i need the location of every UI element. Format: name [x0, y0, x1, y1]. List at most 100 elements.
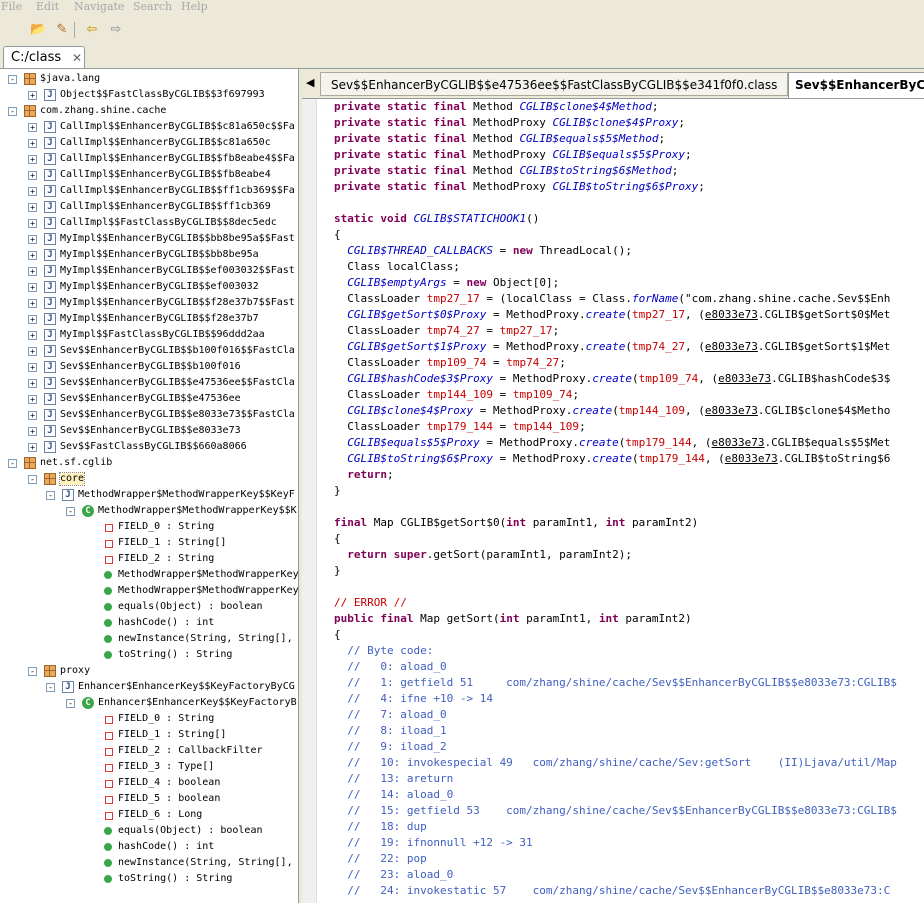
file-tab[interactable]: C:/class ✕	[3, 46, 85, 68]
collapse-icon[interactable]: -	[8, 107, 17, 116]
tree-row[interactable]: - C MethodWrapper$MethodWrapperKey$$K	[0, 503, 298, 519]
menu-help[interactable]: Help	[181, 0, 208, 13]
tree-row[interactable]: FIELD_6 : Long	[0, 807, 298, 823]
open-type-icon[interactable]: ✎	[54, 22, 70, 38]
tree-row[interactable]: MethodWrapper$MethodWrapperKey	[0, 567, 298, 583]
collapse-icon[interactable]: -	[28, 667, 37, 676]
expand-icon[interactable]: +	[28, 363, 37, 372]
tree-row[interactable]: FIELD_1 : String[]	[0, 727, 298, 743]
expand-icon[interactable]: +	[28, 155, 37, 164]
tree-row[interactable]: + J MyImpl$$EnhancerByCGLIB$$bb8be95a$$Fas…	[0, 231, 298, 247]
tree-row[interactable]: FIELD_1 : String[]	[0, 535, 298, 551]
tree-row[interactable]: + J CallImpl$$EnhancerByCGLIB$$fb8eabe4	[0, 167, 298, 183]
code-type-link[interactable]: e8033e73	[725, 452, 778, 465]
tree-row[interactable]: + J Sev$$EnhancerByCGLIB$$e47536ee	[0, 391, 298, 407]
collapse-icon[interactable]: -	[46, 683, 55, 692]
tree-row[interactable]: - C Enhancer$EnhancerKey$$KeyFactoryB	[0, 695, 298, 711]
forward-arrow-icon[interactable]: ⇨	[108, 22, 124, 38]
expand-icon[interactable]: +	[28, 299, 37, 308]
expand-icon[interactable]: +	[28, 91, 37, 100]
tree-row[interactable]: toString() : String	[0, 647, 298, 663]
tree-row[interactable]: + J MyImpl$$EnhancerByCGLIB$$ef003032$$Fas…	[0, 263, 298, 279]
collapse-icon[interactable]: -	[46, 491, 55, 500]
tree-row[interactable]: + J Sev$$EnhancerByCGLIB$$b100f016$$FastCl…	[0, 343, 298, 359]
expand-icon[interactable]: +	[28, 187, 37, 196]
tree-row[interactable]: - com.zhang.shine.cache	[0, 103, 298, 119]
expand-icon[interactable]: +	[28, 427, 37, 436]
tree-row[interactable]: + J MyImpl$$FastClassByCGLIB$$96ddd2aa	[0, 327, 298, 343]
code-type-link[interactable]: e8033e73	[705, 308, 758, 321]
collapse-icon[interactable]: -	[66, 699, 75, 708]
tree-row[interactable]: + J CallImpl$$EnhancerByCGLIB$$ff1cb369$$F…	[0, 183, 298, 199]
tree-row[interactable]: FIELD_3 : Type[]	[0, 759, 298, 775]
expand-icon[interactable]: +	[28, 123, 37, 132]
expand-icon[interactable]: +	[28, 411, 37, 420]
tree-row[interactable]: - net.sf.cglib	[0, 455, 298, 471]
tree-row[interactable]: + J MyImpl$$EnhancerByCGLIB$$f28e37b7$$Fas…	[0, 295, 298, 311]
collapse-icon[interactable]: -	[66, 507, 75, 516]
expand-icon[interactable]: +	[28, 171, 37, 180]
tree-row[interactable]: FIELD_4 : boolean	[0, 775, 298, 791]
expand-icon[interactable]: +	[28, 235, 37, 244]
tree-row[interactable]: hashCode() : int	[0, 839, 298, 855]
tree-row[interactable]: equals(Object) : boolean	[0, 823, 298, 839]
tree-row[interactable]: + J Object$$FastClassByCGLIB$$3f697993	[0, 87, 298, 103]
expand-icon[interactable]: +	[28, 315, 37, 324]
back-arrow-icon[interactable]: ⇦	[84, 22, 100, 38]
tree-row[interactable]: - J Enhancer$EnhancerKey$$KeyFactoryByCG	[0, 679, 298, 695]
tree-row[interactable]: + J CallImpl$$EnhancerByCGLIB$$fb8eabe4$$F…	[0, 151, 298, 167]
expand-icon[interactable]: +	[28, 347, 37, 356]
tree-row[interactable]: FIELD_2 : String	[0, 551, 298, 567]
tree-row[interactable]: + J Sev$$EnhancerByCGLIB$$e8033e73$$FastCl…	[0, 407, 298, 423]
collapse-icon[interactable]: -	[8, 459, 17, 468]
tree-row[interactable]: - $java.lang	[0, 71, 298, 87]
open-folder-icon[interactable]: 📂	[30, 22, 46, 38]
expand-icon[interactable]: +	[28, 267, 37, 276]
tree-row[interactable]: newInstance(String, String[],	[0, 855, 298, 871]
editor-tab-enhancer[interactable]: Sev$$EnhancerByCGLIB$$e8033e73.class	[788, 72, 924, 98]
tree-row[interactable]: newInstance(String, String[],	[0, 631, 298, 647]
expand-icon[interactable]: +	[28, 331, 37, 340]
tree-row[interactable]: - core	[0, 471, 298, 487]
collapse-icon[interactable]: -	[8, 75, 17, 84]
code-type-link[interactable]: e8033e73	[705, 404, 758, 417]
tree-row[interactable]: - proxy	[0, 663, 298, 679]
close-icon[interactable]: ✕	[72, 47, 82, 69]
tree-row[interactable]: + J Sev$$EnhancerByCGLIB$$e8033e73	[0, 423, 298, 439]
expand-icon[interactable]: +	[28, 283, 37, 292]
tree-row[interactable]: + J Sev$$EnhancerByCGLIB$$b100f016	[0, 359, 298, 375]
expand-icon[interactable]: +	[28, 443, 37, 452]
tab-scroll-left-icon[interactable]: ◀	[306, 76, 314, 89]
tree-row[interactable]: + J CallImpl$$EnhancerByCGLIB$$c81a650c	[0, 135, 298, 151]
expand-icon[interactable]: +	[28, 139, 37, 148]
tree-row[interactable]: + J Sev$$FastClassByCGLIB$$660a8066	[0, 439, 298, 455]
tree-row[interactable]: + J MyImpl$$EnhancerByCGLIB$$bb8be95a	[0, 247, 298, 263]
tree-row[interactable]: FIELD_2 : CallbackFilter	[0, 743, 298, 759]
expand-icon[interactable]: +	[28, 379, 37, 388]
tree-row[interactable]: FIELD_5 : boolean	[0, 791, 298, 807]
tree-row[interactable]: hashCode() : int	[0, 615, 298, 631]
tree-row[interactable]: equals(Object) : boolean	[0, 599, 298, 615]
expand-icon[interactable]: +	[28, 395, 37, 404]
tree-row[interactable]: + J CallImpl$$EnhancerByCGLIB$$c81a650c$$F…	[0, 119, 298, 135]
menu-navigate[interactable]: Navigate	[74, 0, 124, 13]
tree-row[interactable]: + J MyImpl$$EnhancerByCGLIB$$ef003032	[0, 279, 298, 295]
tree-row[interactable]: + J Sev$$EnhancerByCGLIB$$e47536ee$$FastCl…	[0, 375, 298, 391]
tree-row[interactable]: + J MyImpl$$EnhancerByCGLIB$$f28e37b7	[0, 311, 298, 327]
expand-icon[interactable]: +	[28, 203, 37, 212]
menu-search[interactable]: Search	[133, 0, 172, 13]
tree-row[interactable]: + J CallImpl$$FastClassByCGLIB$$8dec5edc	[0, 215, 298, 231]
editor-tab-fastclass[interactable]: Sev$$EnhancerByCGLIB$$e47536ee$$FastClas…	[320, 72, 788, 96]
code-type-link[interactable]: e8033e73	[712, 436, 765, 449]
expand-icon[interactable]: +	[28, 251, 37, 260]
code-type-link[interactable]: e8033e73	[718, 372, 771, 385]
expand-icon[interactable]: +	[28, 219, 37, 228]
tree-row[interactable]: toString() : String	[0, 871, 298, 887]
tree-row[interactable]: + J CallImpl$$EnhancerByCGLIB$$ff1cb369	[0, 199, 298, 215]
code-type-link[interactable]: e8033e73	[705, 340, 758, 353]
tree-row[interactable]: MethodWrapper$MethodWrapperKey	[0, 583, 298, 599]
collapse-icon[interactable]: -	[28, 475, 37, 484]
tree-row[interactable]: - J MethodWrapper$MethodWrapperKey$$KeyF	[0, 487, 298, 503]
menu-file[interactable]: File	[1, 0, 22, 13]
tree-row[interactable]: FIELD_0 : String	[0, 519, 298, 535]
